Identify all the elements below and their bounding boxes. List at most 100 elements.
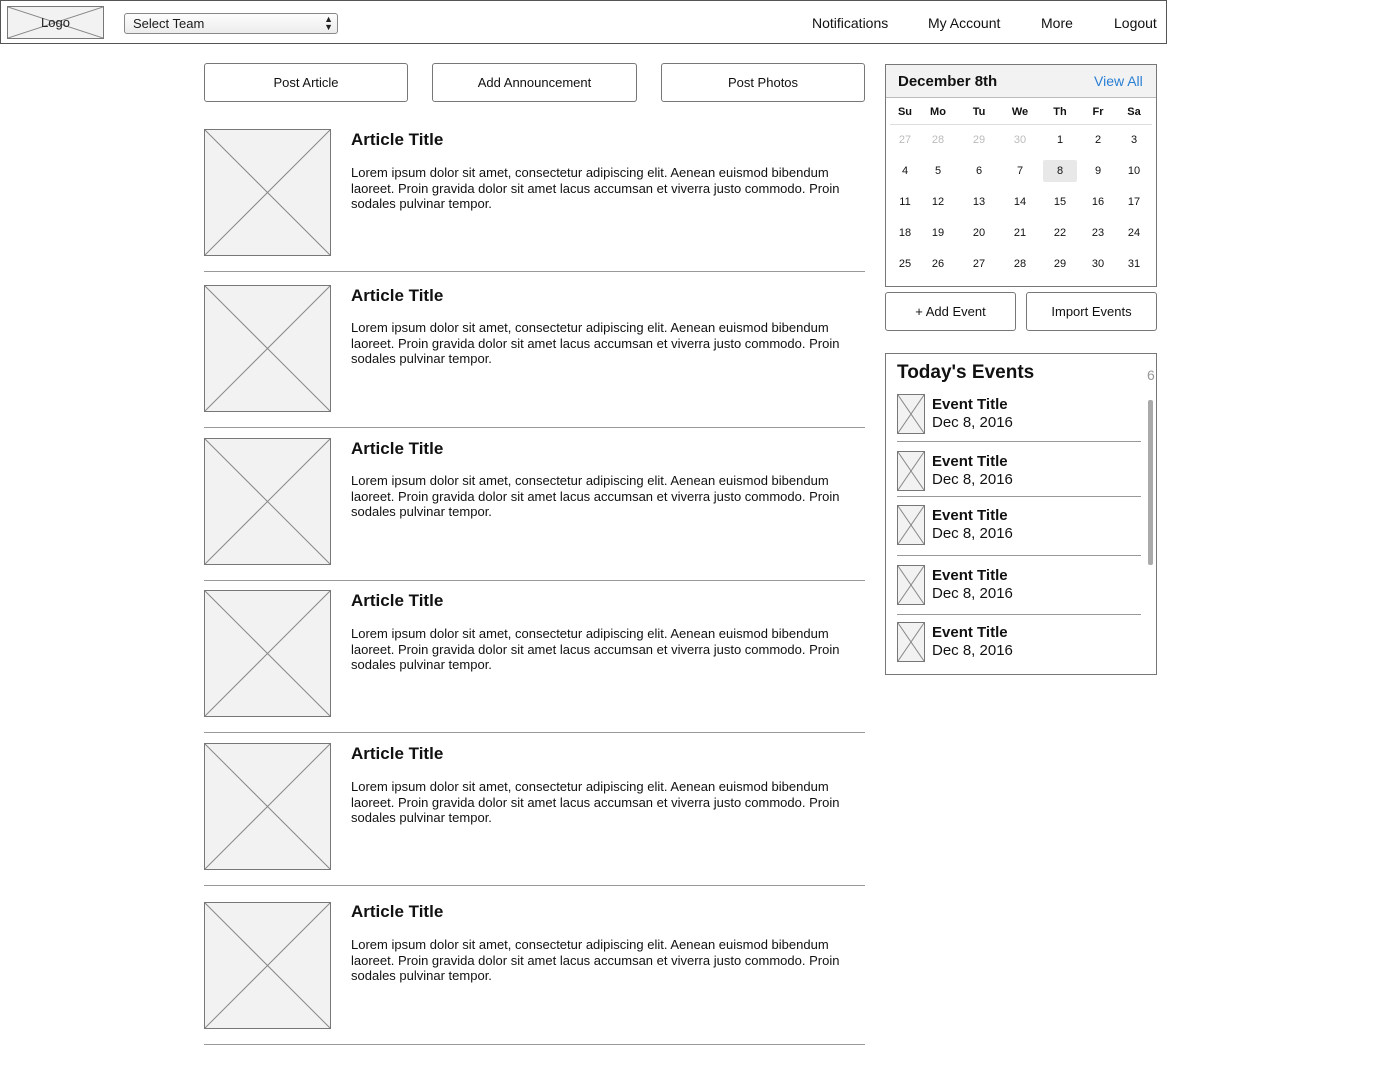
calendar-day[interactable]: 28 [1003,253,1037,275]
article-divider [204,1044,865,1045]
calendar-day[interactable]: 3 [1117,129,1151,151]
article-title[interactable]: Article Title [351,439,443,459]
nav-logout[interactable]: Logout [1114,15,1157,31]
nav-my-account[interactable]: My Account [928,15,1000,31]
calendar-day[interactable]: 17 [1117,191,1151,213]
calendar-day[interactable]: 21 [1003,222,1037,244]
event-divider [897,496,1141,497]
calendar-day[interactable]: 27 [962,253,996,275]
article-divider [204,732,865,733]
add-announcement-button[interactable]: Add Announcement [432,63,637,102]
calendar-day[interactable]: 31 [1117,253,1151,275]
event-title[interactable]: Event Title [932,624,1008,641]
select-arrows-icon: ▲ ▼ [324,14,333,32]
event-title[interactable]: Event Title [932,396,1008,413]
calendar-day[interactable]: 10 [1117,160,1151,182]
article-divider [204,271,865,272]
event-title[interactable]: Event Title [932,453,1008,470]
calendar-day[interactable]: 19 [921,222,955,244]
event-image[interactable] [897,565,925,605]
top-navigation-bar: Logo Select Team ▲ ▼ Notifications My Acc… [0,0,1167,44]
article-title[interactable]: Article Title [351,902,443,922]
image-placeholder-icon [205,130,330,255]
post-photos-button[interactable]: Post Photos [661,63,865,102]
weekday-label: Fr [1092,106,1104,118]
article-body: Lorem ipsum dolor sit amet, consectetur … [351,165,840,211]
article-body: Lorem ipsum dolor sit amet, consectetur … [351,473,840,519]
calendar-day[interactable]: 30 [1003,129,1037,151]
calendar-day[interactable]: 6 [962,160,996,182]
image-placeholder-icon [205,744,330,869]
calendar-day[interactable]: 29 [962,129,996,151]
event-image[interactable] [897,394,925,434]
calendar-day[interactable]: 8 [1043,160,1077,182]
article-image[interactable] [204,902,331,1029]
image-placeholder-icon [897,565,925,605]
article-body: Lorem ipsum dolor sit amet, consectetur … [351,779,840,825]
calendar-day[interactable]: 12 [921,191,955,213]
calendar-view-all-link[interactable]: View All [1094,73,1143,89]
calendar-day[interactable]: 1 [1043,129,1077,151]
event-title[interactable]: Event Title [932,567,1008,584]
weekday-label: Th [1053,106,1067,118]
calendar-day[interactable]: 14 [1003,191,1037,213]
article-image[interactable] [204,285,331,412]
import-events-button[interactable]: Import Events [1026,292,1157,331]
calendar-month-label: December 8th [898,73,998,90]
calendar-header: December 8th View All [886,65,1156,98]
article-divider [204,427,865,428]
calendar-day[interactable]: 18 [888,222,922,244]
events-count-badge: 6 [1147,367,1155,383]
event-image[interactable] [897,622,925,662]
calendar-day[interactable]: 26 [921,253,955,275]
calendar-day[interactable]: 7 [1003,160,1037,182]
calendar-widget: December 8th View All Su Mo Tu We Th Fr Sa 27 28… [885,64,1157,287]
article-title[interactable]: Article Title [351,286,443,306]
article-title[interactable]: Article Title [351,744,443,764]
article-image[interactable] [204,590,331,717]
event-title[interactable]: Event Title [932,507,1008,524]
image-placeholder-icon [205,591,330,716]
calendar-day[interactable]: 28 [921,129,955,151]
calendar-day[interactable]: 11 [888,191,922,213]
logo-label: Logo [41,15,70,30]
article-body: Lorem ipsum dolor sit amet, consectetur … [351,626,840,672]
event-date: Dec 8, 2016 [932,585,1013,602]
calendar-day[interactable]: 24 [1117,222,1151,244]
add-event-button[interactable]: + Add Event [885,292,1016,331]
calendar-day[interactable]: 15 [1043,191,1077,213]
calendar-day[interactable]: 22 [1043,222,1077,244]
todays-events-panel: Today's Events 6 Event Title Dec 8, 2016 E… [885,353,1157,675]
article-image[interactable] [204,438,331,565]
image-placeholder-icon [897,622,925,662]
calendar-day[interactable]: 5 [921,160,955,182]
article-title[interactable]: Article Title [351,591,443,611]
event-divider [897,614,1141,615]
calendar-day[interactable]: 20 [962,222,996,244]
calendar-day[interactable]: 2 [1081,129,1115,151]
article-divider [204,885,865,886]
nav-more[interactable]: More [1041,15,1073,31]
calendar-day[interactable]: 16 [1081,191,1115,213]
calendar-day[interactable]: 30 [1081,253,1115,275]
article-image[interactable] [204,743,331,870]
calendar-day[interactable]: 29 [1043,253,1077,275]
calendar-day[interactable]: 9 [1081,160,1115,182]
events-scrollbar[interactable] [1148,400,1153,565]
logo[interactable]: Logo [7,6,104,39]
calendar-day[interactable]: 13 [962,191,996,213]
nav-notifications[interactable]: Notifications [812,15,888,31]
calendar-day[interactable]: 4 [888,160,922,182]
event-image[interactable] [897,451,925,491]
calendar-day[interactable]: 23 [1081,222,1115,244]
article-title[interactable]: Article Title [351,130,443,150]
post-article-button[interactable]: Post Article [204,63,408,102]
image-placeholder-icon [897,451,925,491]
calendar-day[interactable]: 25 [888,253,922,275]
weekday-label: Sa [1127,106,1141,118]
article-image[interactable] [204,129,331,256]
team-select[interactable]: Select Team ▲ ▼ [124,13,338,34]
events-panel-title: Today's Events [897,362,1035,383]
calendar-day[interactable]: 27 [888,129,922,151]
event-image[interactable] [897,505,925,545]
